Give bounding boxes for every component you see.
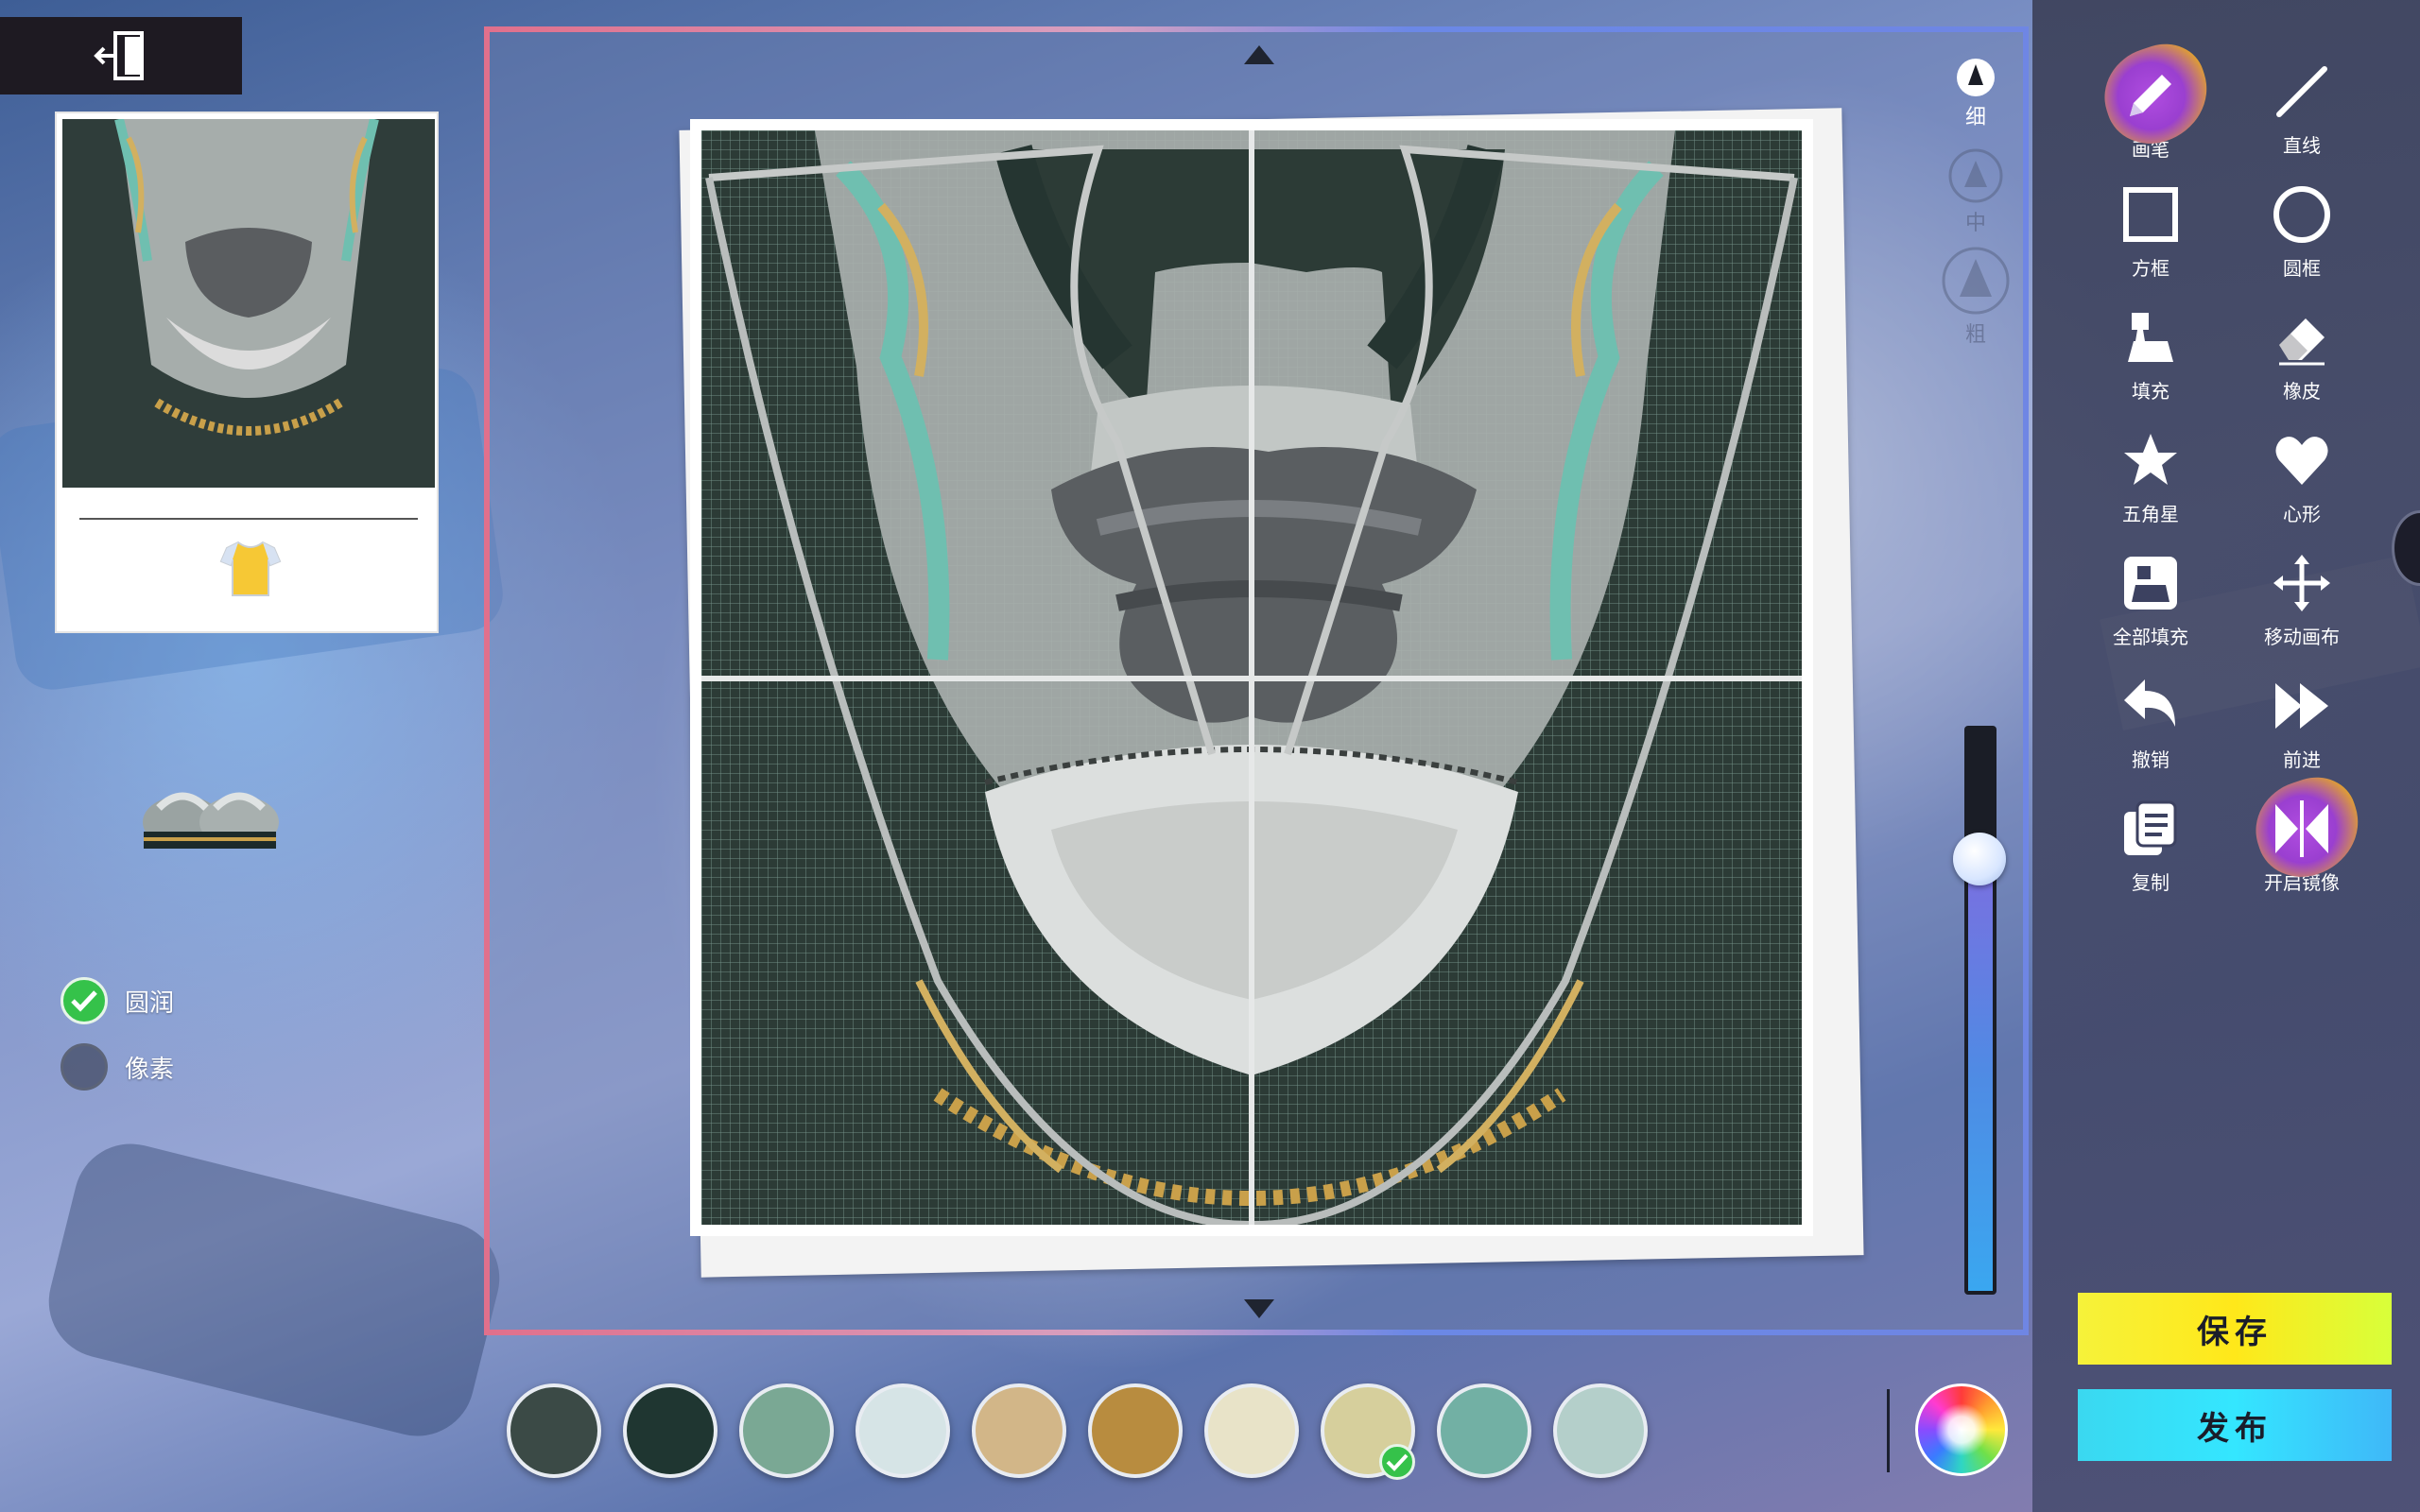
brush-medium-icon [1948, 148, 2003, 203]
circle-icon [2273, 186, 2330, 243]
tool-copy[interactable]: 复制 [2075, 796, 2226, 909]
scroll-down-arrow-icon[interactable] [1244, 1299, 1274, 1318]
copy-icon [2124, 800, 2177, 855]
tshirt-icon[interactable] [219, 539, 282, 603]
star-icon [2124, 434, 2177, 485]
slider-handle[interactable] [1953, 832, 2006, 885]
save-button[interactable]: 保存 [2078, 1293, 2392, 1365]
option-pixel[interactable]: 像素 [60, 1043, 174, 1091]
line-icon [2276, 66, 2327, 117]
checkbox-smooth[interactable] [60, 977, 108, 1024]
color-swatch[interactable] [972, 1383, 1066, 1478]
color-swatch[interactable] [739, 1383, 834, 1478]
color-swatch[interactable] [507, 1383, 601, 1478]
brush-size-thin[interactable]: 细 [1947, 57, 2004, 130]
tool-eraser[interactable]: 橡皮 [2226, 304, 2377, 418]
exit-door-icon [94, 31, 144, 80]
brush-thin-icon [1957, 59, 1995, 96]
move-icon [2273, 555, 2330, 611]
undo-icon [2124, 679, 2175, 727]
color-swatch[interactable] [856, 1383, 950, 1478]
scroll-up-arrow-icon[interactable] [1244, 45, 1274, 64]
shoe-design-thumbnail [62, 119, 435, 488]
fill-all-icon [2124, 557, 2177, 610]
tool-undo[interactable]: 撤销 [2075, 673, 2226, 786]
option-label-pixel: 像素 [125, 1055, 175, 1084]
color-swatch[interactable] [1437, 1383, 1531, 1478]
square-icon [2123, 187, 2178, 242]
preview-card[interactable] [55, 112, 439, 633]
eraser-icon [2279, 318, 2325, 366]
brush-size-thick[interactable]: 粗 [1942, 246, 2010, 348]
slider-fill [1968, 858, 1993, 1291]
pencil-icon [2130, 75, 2171, 116]
tool-redo[interactable]: 前进 [2226, 673, 2377, 786]
checkmark-icon [71, 990, 97, 1012]
paint-bucket-icon [2128, 313, 2173, 362]
tool-line[interactable]: 直线 [2226, 59, 2377, 172]
brush-size-medium[interactable]: 中 [1947, 147, 2004, 236]
color-swatch[interactable] [1204, 1383, 1299, 1478]
color-swatch[interactable] [1321, 1383, 1415, 1480]
color-swatch[interactable] [1553, 1383, 1648, 1478]
tool-star[interactable]: 五角星 [2075, 427, 2226, 541]
selected-check-icon [1379, 1444, 1415, 1480]
option-label-smooth: 圆润 [125, 988, 175, 1018]
tool-rect[interactable]: 方框 [2075, 181, 2226, 295]
tool-pen[interactable]: 画笔 [2075, 33, 2226, 176]
tool-heart[interactable]: 心形 [2226, 427, 2377, 541]
tool-fill-all[interactable]: 全部填充 [2075, 550, 2226, 663]
color-wheel-icon[interactable] [1915, 1383, 2008, 1476]
color-swatch[interactable] [623, 1383, 717, 1478]
heart-icon [2275, 437, 2328, 485]
option-smooth[interactable]: 圆润 [60, 977, 174, 1024]
brush-size-slider[interactable] [1964, 726, 1996, 1295]
preview-divider [79, 518, 418, 520]
palette-divider [1887, 1389, 1890, 1472]
tool-circle[interactable]: 圆框 [2226, 181, 2377, 295]
tool-mirror[interactable]: 开启镜像 [2226, 766, 2377, 909]
shoe-3d-preview-icon[interactable] [140, 765, 282, 864]
tool-fill[interactable]: 填充 [2075, 304, 2226, 418]
pixel-grid[interactable] [701, 130, 1802, 1225]
redo-icon [2275, 683, 2328, 729]
drawing-canvas[interactable] [690, 119, 1813, 1236]
brush-thick-icon [1942, 247, 2010, 315]
checkbox-pixel[interactable] [60, 1043, 108, 1091]
mirror-icon [2275, 800, 2328, 857]
color-swatch[interactable] [1088, 1383, 1183, 1478]
publish-button[interactable]: 发布 [2078, 1389, 2392, 1461]
tool-move-canvas[interactable]: 移动画布 [2226, 550, 2377, 663]
exit-button[interactable] [0, 17, 242, 94]
